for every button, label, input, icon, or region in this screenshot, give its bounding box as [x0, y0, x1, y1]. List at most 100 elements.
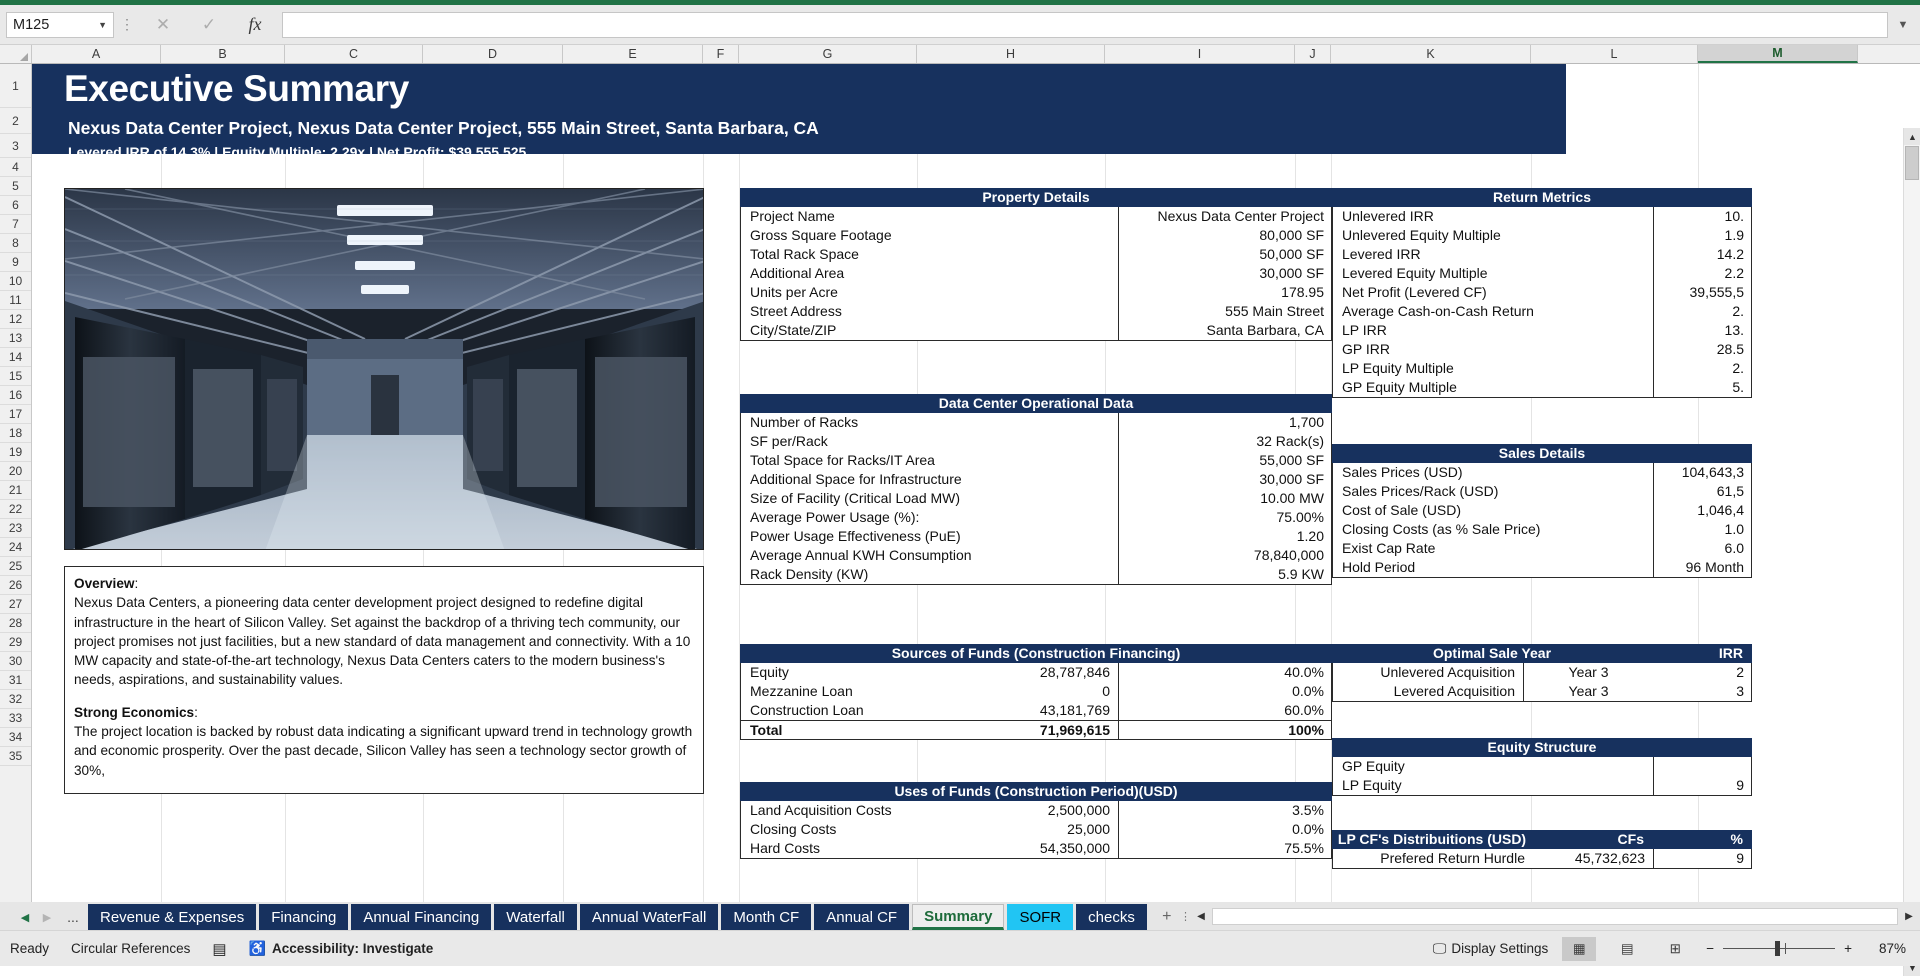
row-header-28[interactable]: 28 [0, 614, 31, 633]
sheet-tab-financing[interactable]: Financing [259, 904, 349, 930]
row-header-21[interactable]: 21 [0, 481, 31, 500]
normal-view-icon[interactable]: ▦ [1562, 936, 1597, 961]
row-header-19[interactable]: 19 [0, 443, 31, 462]
column-header-C[interactable]: C [285, 45, 423, 63]
more-options-icon[interactable]: ⋮ [114, 16, 140, 33]
sheet-tab-waterfall[interactable]: Waterfall [494, 904, 577, 930]
row-header-4[interactable]: 4 [0, 158, 31, 177]
name-box[interactable]: M125 ▼ [6, 11, 114, 38]
row-header-6[interactable]: 6 [0, 196, 31, 215]
formula-input[interactable] [282, 11, 1888, 38]
column-header-M[interactable]: M [1698, 45, 1858, 63]
tab-overflow-ellipsis[interactable]: ... [58, 904, 88, 930]
cancel-icon[interactable]: ✕ [140, 15, 186, 35]
row-header-17[interactable]: 17 [0, 405, 31, 424]
row-header-11[interactable]: 11 [0, 291, 31, 310]
optimal-sale-year-panel: Optimal Sale Year IRR Unlevered Acquisit… [1332, 644, 1752, 702]
row-header-23[interactable]: 23 [0, 519, 31, 538]
lp-distributions-panel: LP CF's Distribuitions (USD) CFs % Prefe… [1332, 830, 1752, 869]
row-header-31[interactable]: 31 [0, 671, 31, 690]
vertical-scroll-thumb[interactable] [1905, 146, 1919, 180]
scroll-up-icon[interactable]: ▲ [1904, 128, 1920, 145]
sheet-tab-sofr[interactable]: SOFR [1007, 904, 1074, 930]
row-header-10[interactable]: 10 [0, 272, 31, 291]
row-header-27[interactable]: 27 [0, 595, 31, 614]
sheet-tab-month-cf[interactable]: Month CF [721, 904, 812, 930]
row-header-32[interactable]: 32 [0, 690, 31, 709]
column-header-F[interactable]: F [703, 45, 739, 63]
property-value: 50,000 SF [1118, 245, 1331, 264]
confirm-icon[interactable]: ✓ [186, 15, 232, 35]
row-header-20[interactable]: 20 [0, 462, 31, 481]
column-header-B[interactable]: B [161, 45, 285, 63]
zoom-level-label[interactable]: 87% [1866, 941, 1906, 956]
column-header-H[interactable]: H [917, 45, 1105, 63]
row-header-24[interactable]: 24 [0, 538, 31, 557]
return-metrics-title: Return Metrics [1332, 188, 1752, 207]
row-header-9[interactable]: 9 [0, 253, 31, 272]
row-header-5[interactable]: 5 [0, 177, 31, 196]
sheet-tab-annual-financing[interactable]: Annual Financing [351, 904, 492, 930]
row-header-8[interactable]: 8 [0, 234, 31, 253]
sheet-tab-annual-waterfall[interactable]: Annual WaterFall [579, 904, 719, 930]
row-header-30[interactable]: 30 [0, 652, 31, 671]
expand-formula-bar-icon[interactable]: ▼ [1892, 19, 1914, 31]
record-macro-icon[interactable]: ▤ [212, 940, 226, 958]
zoom-thumb[interactable] [1775, 941, 1781, 956]
sheet-tab-revenue-expenses[interactable]: Revenue & Expenses [88, 904, 257, 930]
sheet-tab-annual-cf[interactable]: Annual CF [814, 904, 910, 930]
sales-label: Cost of Sale (USD) [1342, 502, 1462, 518]
vertical-scrollbar[interactable]: ▲ ▼ [1903, 128, 1920, 976]
row-header-29[interactable]: 29 [0, 633, 31, 652]
operational-value: 1.20 [1118, 527, 1331, 546]
zoom-in-button[interactable]: + [1844, 941, 1852, 956]
row-header-16[interactable]: 16 [0, 386, 31, 405]
zoom-track[interactable] [1723, 941, 1836, 956]
row-header-35[interactable]: 35 [0, 747, 31, 766]
row-header-33[interactable]: 33 [0, 709, 31, 728]
zoom-out-button[interactable]: − [1706, 941, 1714, 956]
row-header-7[interactable]: 7 [0, 215, 31, 234]
sheet-tab-summary[interactable]: Summary [912, 904, 1005, 930]
column-header-J[interactable]: J [1295, 45, 1331, 63]
sheet-canvas[interactable]: Executive Summary Nexus Data Center Proj… [32, 64, 1920, 912]
row-header-14[interactable]: 14 [0, 348, 31, 367]
sheet-tab-checks[interactable]: checks [1076, 904, 1147, 930]
status-circular-references[interactable]: Circular References [71, 941, 190, 956]
insert-function-icon[interactable]: fx [232, 14, 278, 35]
column-header-G[interactable]: G [739, 45, 917, 63]
row-header-25[interactable]: 25 [0, 557, 31, 576]
row-header-34[interactable]: 34 [0, 728, 31, 747]
accessibility-status[interactable]: ♿ Accessibility: Investigate [249, 940, 434, 957]
scroll-right-icon[interactable]: ▶ [1898, 907, 1920, 925]
row-header-3[interactable]: 3 [0, 134, 31, 158]
scroll-left-icon[interactable]: ◀ [1190, 907, 1212, 925]
chevron-down-icon[interactable]: ▼ [98, 20, 107, 30]
row-header-26[interactable]: 26 [0, 576, 31, 595]
nav-next-icon[interactable]: ▶ [36, 904, 58, 930]
nav-prev-icon[interactable]: ◀ [14, 904, 36, 930]
page-break-icon[interactable]: ⊞ [1658, 937, 1692, 961]
select-all-corner[interactable] [0, 45, 32, 63]
row-header-2[interactable]: 2 [0, 108, 31, 134]
page-layout-icon[interactable]: ▤ [1610, 937, 1644, 961]
add-sheet-icon[interactable]: + [1150, 904, 1184, 930]
row-header-15[interactable]: 15 [0, 367, 31, 386]
horizontal-scrollbar[interactable]: ⋮ ◀ ▶ [1180, 902, 1920, 930]
row-header-22[interactable]: 22 [0, 500, 31, 519]
horizontal-scroll-track[interactable] [1212, 907, 1898, 925]
column-header-I[interactable]: I [1105, 45, 1295, 63]
column-header-K[interactable]: K [1331, 45, 1531, 63]
column-header-E[interactable]: E [563, 45, 703, 63]
table-row: Number of Racks 1,700 [741, 413, 1331, 432]
column-header-L[interactable]: L [1531, 45, 1698, 63]
row-header-12[interactable]: 12 [0, 310, 31, 329]
row-header-13[interactable]: 13 [0, 329, 31, 348]
row-header-1[interactable]: 1 [0, 64, 31, 108]
column-header-A[interactable]: A [32, 45, 161, 63]
row-header-18[interactable]: 18 [0, 424, 31, 443]
zoom-slider[interactable]: − + [1706, 941, 1852, 956]
display-settings-button[interactable]: 🖵 Display Settings [1433, 940, 1548, 957]
column-header-D[interactable]: D [423, 45, 563, 63]
scroll-grip-icon[interactable]: ⋮ [1180, 910, 1191, 923]
